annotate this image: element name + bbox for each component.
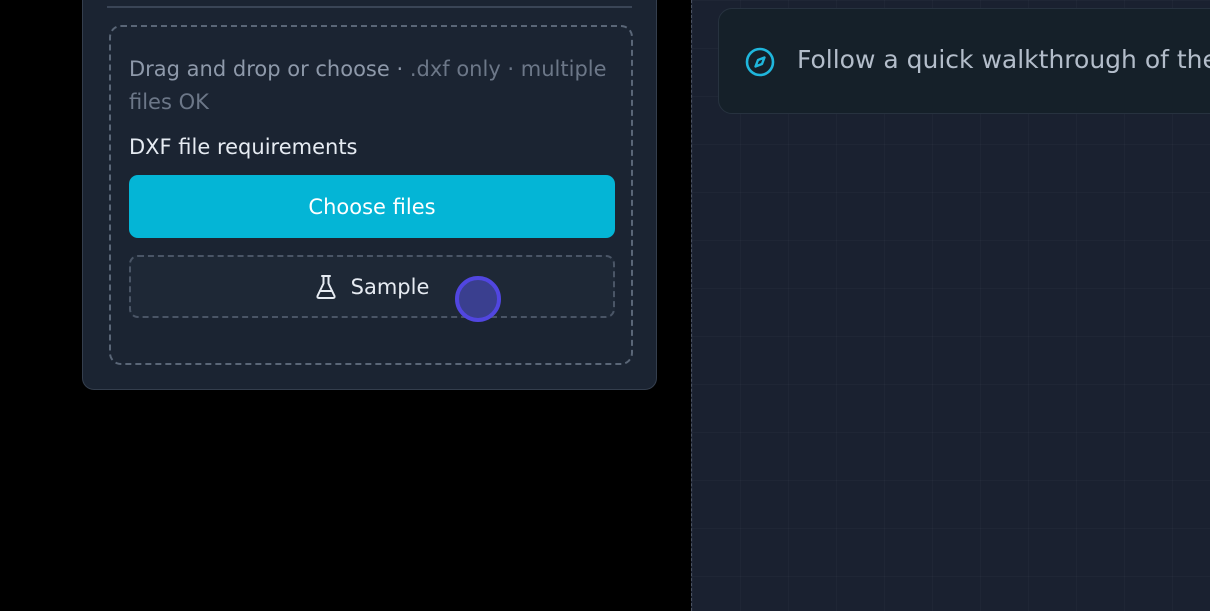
hint-extension: .dxf only bbox=[409, 57, 501, 81]
flask-icon bbox=[315, 274, 337, 300]
choose-files-button[interactable]: Choose files bbox=[129, 175, 615, 238]
pointer-cursor bbox=[455, 276, 501, 322]
sample-label: Sample bbox=[350, 274, 430, 299]
hint-main: Drag and drop or choose · bbox=[129, 57, 410, 81]
dxf-requirements-link[interactable]: DXF file requirements bbox=[129, 135, 358, 159]
dropzone-hint: Drag and drop or choose · .dxf only · mu… bbox=[129, 53, 609, 119]
drawing-canvas[interactable]: Follow a quick walkthrough of the bbox=[691, 0, 1210, 611]
choose-files-label: Choose files bbox=[308, 194, 436, 219]
panel-divider bbox=[107, 6, 632, 8]
compass-icon bbox=[744, 46, 776, 82]
sample-button[interactable]: Sample bbox=[129, 255, 615, 318]
walkthrough-card[interactable]: Follow a quick walkthrough of the bbox=[718, 8, 1210, 114]
upload-panel: Drag and drop or choose · .dxf only · mu… bbox=[82, 0, 657, 390]
file-dropzone[interactable]: Drag and drop or choose · .dxf only · mu… bbox=[109, 25, 633, 365]
walkthrough-text: Follow a quick walkthrough of the bbox=[797, 45, 1210, 74]
app-stage: Drag and drop or choose · .dxf only · mu… bbox=[0, 0, 1210, 611]
